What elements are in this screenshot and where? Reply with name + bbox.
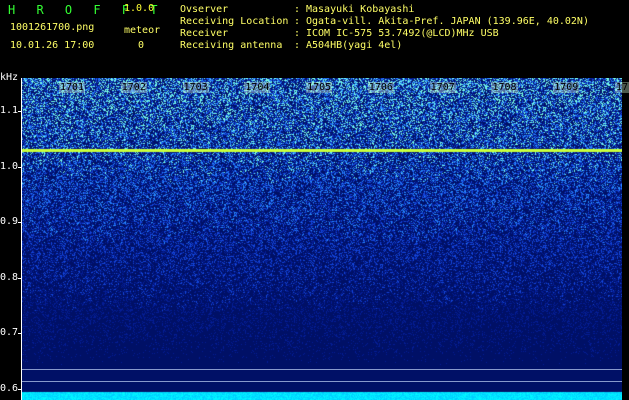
info-row-location: Receiving Location: Ogata-vill. Akita-Pre… [180,16,589,27]
x-tick-label: 1710 [615,82,629,93]
y-tick-mark [18,166,22,168]
spectrogram-canvas [21,78,622,400]
info-row-antenna: Receiving antenna: A504HB(yagi 4el) [180,40,403,51]
x-tick-label: 1707 [429,82,456,93]
header-panel: H R O F F T 1.0.0 1001261700.png meteor … [0,0,629,70]
x-tick-label: 1705 [306,82,333,93]
y-tick-label: 0.8 [0,271,19,283]
meteor-label: meteor [124,25,161,36]
y-axis-label: kHz [0,72,19,83]
x-tick-label: 1708 [491,82,518,93]
reference-line [22,381,622,382]
y-tick-label: 1.0 [0,160,19,172]
y-tick-mark [18,111,22,113]
y-tick-label: 0.7 [0,327,19,339]
y-tick-mark [18,277,22,279]
y-tick-mark [18,388,22,390]
y-axis-line [21,78,22,400]
reference-line [22,369,622,370]
x-tick-label: 1704 [244,82,271,93]
x-tick-label: 1706 [367,82,394,93]
app-version: 1.0.0 [124,3,155,14]
datetime: 10.01.26 17:00 [10,40,95,51]
spectrogram [21,78,622,400]
meteor-count: 0 [138,40,145,51]
info-row-receiver: Receiver: ICOM IC-575 53.7492(@LCD)MHz US… [180,28,499,39]
y-tick-mark [18,222,22,224]
x-tick-label: 1702 [120,82,147,93]
info-row-observer: Ovserver: Masayuki Kobayashi [180,4,415,15]
x-tick-label: 1701 [59,82,86,93]
x-tick-label: 1709 [553,82,580,93]
x-tick-label: 1703 [182,82,209,93]
y-tick-label: 0.9 [0,216,19,228]
filename: 1001261700.png [10,22,95,33]
y-tick-label: 0.6 [0,382,19,394]
y-tick-mark [18,333,22,335]
y-tick-label: 1.1 [0,105,19,117]
station-info: Ovserver: Masayuki Kobayashi Receiving Lo… [180,4,589,52]
